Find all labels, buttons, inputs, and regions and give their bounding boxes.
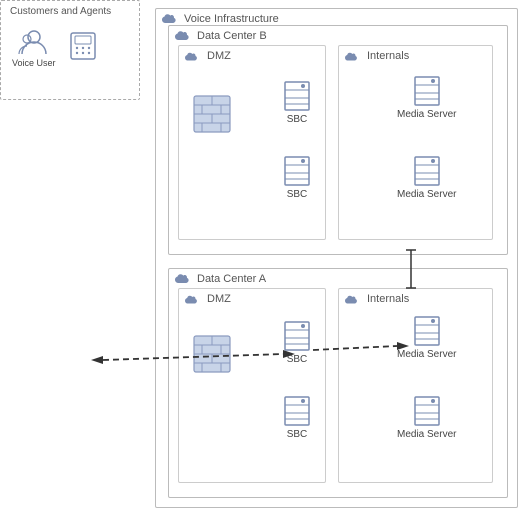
media-server-top-2-icon — [413, 155, 441, 187]
sbc-top-2-device: SBC — [283, 155, 311, 200]
firewall-bottom-icon — [193, 335, 231, 373]
sbc-bottom-2-label: SBC — [287, 429, 308, 440]
sbc-top-1-label: SBC — [287, 114, 308, 125]
sbc-bottom-1-label: SBC — [287, 354, 308, 365]
sbc-top-1-device: SBC — [283, 80, 311, 125]
voice-user-icon — [18, 28, 50, 56]
internals-bottom-label: Internals — [367, 293, 409, 305]
customers-region: Customers and Agents Voice User — [0, 0, 140, 100]
diagram-container: Voice Infrastructure Data Center B DMZ I… — [0, 0, 530, 520]
sbc-top-2-icon — [283, 155, 311, 187]
firewall-top-device — [193, 95, 231, 133]
media-server-top-2-label: Media Server — [397, 189, 456, 200]
internals-top-label: Internals — [367, 50, 409, 62]
media-server-top-1-label: Media Server — [397, 109, 456, 120]
voice-user-label: Voice User — [12, 58, 56, 68]
media-server-bottom-1-device: Media Server — [397, 315, 456, 360]
media-server-bottom-2-icon — [413, 395, 441, 427]
dc-a-label: Data Center A — [197, 273, 266, 285]
media-server-bottom-1-icon — [413, 315, 441, 347]
media-server-top-1-icon — [413, 75, 441, 107]
media-server-bottom-2-device: Media Server — [397, 395, 456, 440]
firewall-top-icon — [193, 95, 231, 133]
dmz-bottom-region: DMZ — [178, 288, 326, 483]
phone-device — [68, 32, 98, 60]
media-server-bottom-2-label: Media Server — [397, 429, 456, 440]
firewall-bottom-device — [193, 335, 231, 373]
dc-b-label: Data Center B — [197, 30, 267, 42]
media-server-bottom-1-label: Media Server — [397, 349, 456, 360]
voice-infra-label: Voice Infrastructure — [184, 13, 279, 25]
dc-a-cloud-icon — [175, 273, 191, 288]
dmz-bottom-cloud-icon — [185, 293, 199, 308]
voice-user-device: Voice User — [12, 28, 56, 68]
media-server-top-1-device: Media Server — [397, 75, 456, 120]
phone-icon — [68, 32, 98, 60]
customers-label: Customers and Agents — [10, 6, 111, 17]
dmz-top-label: DMZ — [207, 50, 231, 62]
sbc-bottom-2-icon — [283, 395, 311, 427]
dmz-top-region: DMZ — [178, 45, 326, 240]
sbc-bottom-1-icon — [283, 320, 311, 352]
sbc-bottom-1-device: SBC — [283, 320, 311, 365]
sbc-top-1-icon — [283, 80, 311, 112]
sbc-bottom-2-device: SBC — [283, 395, 311, 440]
dc-b-cloud-icon — [175, 30, 191, 45]
internals-top-cloud-icon — [345, 50, 359, 65]
dmz-top-cloud-icon — [185, 50, 199, 65]
sbc-top-2-label: SBC — [287, 189, 308, 200]
media-server-top-2-device: Media Server — [397, 155, 456, 200]
internals-bottom-cloud-icon — [345, 293, 359, 308]
dmz-bottom-label: DMZ — [207, 293, 231, 305]
